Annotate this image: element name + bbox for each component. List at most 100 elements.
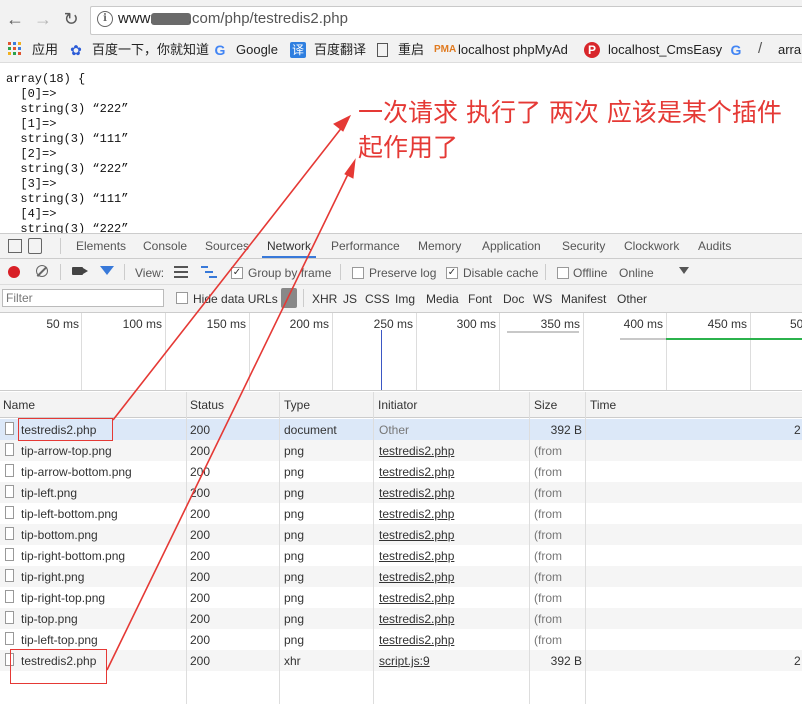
back-arrow-icon[interactable]: ←: [4, 8, 26, 30]
table-row[interactable]: tip-right-bottom.png 200 png testredis2.php…: [0, 545, 802, 566]
tab-elements[interactable]: Elements: [76, 238, 126, 254]
large-rows-icon[interactable]: [174, 266, 188, 278]
column-separator: [186, 392, 187, 704]
cell-initiator[interactable]: testredis2.php: [379, 549, 454, 563]
dom-content-loaded-marker: [381, 330, 382, 390]
table-row[interactable]: testredis2.php 200 xhr script.js:9 392 B2: [0, 650, 802, 671]
cell-name: tip-top.png: [21, 612, 78, 626]
table-row[interactable]: tip-right.png 200 png testredis2.php (from: [0, 566, 802, 587]
filmstrip-icon[interactable]: [281, 288, 297, 308]
bookmark-baidu-translate[interactable]: 百度翻译: [314, 41, 366, 59]
timeline-gridline: [249, 313, 250, 390]
bookmark-phpmyadmin[interactable]: localhost phpMyAd: [458, 41, 568, 59]
filter-type-img[interactable]: Img: [395, 292, 415, 306]
tab-sources[interactable]: Sources: [205, 238, 249, 254]
info-icon[interactable]: i: [97, 11, 113, 27]
table-row[interactable]: tip-arrow-bottom.png 200 png testredis2.php…: [0, 461, 802, 482]
tab-console[interactable]: Console: [143, 238, 187, 254]
timeline-gridline: [81, 313, 82, 390]
tab-security[interactable]: Security: [562, 238, 605, 254]
cell-initiator[interactable]: testredis2.php: [379, 465, 454, 479]
cmseasy-icon: P: [584, 42, 600, 58]
cell-initiator[interactable]: testredis2.php: [379, 486, 454, 500]
column-header-status[interactable]: Status: [190, 398, 224, 412]
table-row[interactable]: testredis2.php 200 document Other 392 B2: [0, 419, 802, 440]
tab-clockwork[interactable]: Clockwork: [624, 238, 679, 254]
column-header-size[interactable]: Size: [534, 398, 557, 412]
device-toolbar-icon[interactable]: [28, 238, 42, 254]
file-icon: [5, 548, 14, 561]
cell-initiator[interactable]: testredis2.php: [379, 633, 454, 647]
view-label: View:: [135, 266, 165, 280]
cell-name: tip-bottom.png: [21, 528, 98, 542]
table-row[interactable]: tip-right-top.png 200 png testredis2.php (fr…: [0, 587, 802, 608]
screenshot-camera-icon[interactable]: [72, 267, 88, 275]
cell-initiator[interactable]: testredis2.php: [379, 612, 454, 626]
bookmark-array[interactable]: arra: [778, 41, 801, 59]
column-header-time[interactable]: Time: [590, 398, 616, 412]
cell-type: png: [284, 528, 305, 542]
filter-type-ws[interactable]: WS: [533, 292, 552, 306]
filter-type-font[interactable]: Font: [468, 292, 492, 306]
chevron-down-icon[interactable]: [679, 267, 689, 274]
cell-initiator[interactable]: script.js:9: [379, 654, 430, 668]
cell-initiator[interactable]: testredis2.php: [379, 444, 454, 458]
table-row[interactable]: tip-bottom.png 200 png testredis2.php (from: [0, 524, 802, 545]
offline-checkbox[interactable]: [557, 267, 569, 279]
timeline-gridline: [332, 313, 333, 390]
clear-icon[interactable]: [36, 265, 48, 277]
table-row[interactable]: tip-top.png 200 png testredis2.php (from: [0, 608, 802, 629]
tab-memory[interactable]: Memory: [418, 238, 461, 254]
group-by-frame-checkbox[interactable]: ✓: [231, 267, 243, 279]
filter-input[interactable]: [2, 289, 164, 307]
inspect-element-icon[interactable]: [8, 239, 22, 253]
bookmark-apps[interactable]: 应用: [32, 41, 58, 59]
filter-type-other[interactable]: Other: [617, 292, 647, 306]
baidu-paw-icon: ✿: [70, 42, 82, 58]
table-row[interactable]: tip-left.png 200 png testredis2.php (from: [0, 482, 802, 503]
cell-initiator[interactable]: testredis2.php: [379, 591, 454, 605]
filter-funnel-icon[interactable]: [100, 266, 114, 275]
timeline-tick-label: 200 ms: [289, 317, 329, 331]
reload-icon[interactable]: ↻: [60, 8, 82, 30]
url-text[interactable]: www. .com/php/testredis2.php: [118, 10, 348, 27]
cell-initiator[interactable]: testredis2.php: [379, 507, 454, 521]
cell-initiator[interactable]: testredis2.php: [379, 570, 454, 584]
column-header-type[interactable]: Type: [284, 398, 310, 412]
bookmark-google[interactable]: Google: [236, 41, 278, 59]
bookmark-cmseasy[interactable]: localhost_CmsEasy: [608, 41, 722, 59]
tab-network[interactable]: Network: [267, 238, 311, 254]
file-icon: [5, 590, 14, 603]
filter-type-js[interactable]: JS: [343, 292, 357, 306]
hide-data-urls-checkbox[interactable]: [176, 292, 188, 304]
forward-arrow-icon[interactable]: →: [32, 8, 54, 30]
timeline-gridline: [416, 313, 417, 390]
throttling-select[interactable]: Online: [619, 266, 654, 280]
table-row[interactable]: tip-left-bottom.png 200 png testredis2.php (…: [0, 503, 802, 524]
tab-performance[interactable]: Performance: [331, 238, 400, 254]
table-row[interactable]: tip-left-top.png 200 png testredis2.php (fro…: [0, 629, 802, 650]
toolbar-divider: [340, 264, 341, 280]
overview-waterfall-icon[interactable]: [201, 266, 217, 278]
record-icon[interactable]: [8, 266, 20, 278]
timeline-request-bar: [620, 338, 666, 340]
tab-audits[interactable]: Audits: [698, 238, 731, 254]
preserve-log-checkbox[interactable]: [352, 267, 364, 279]
bookmark-baidu[interactable]: 百度一下，你就知道: [92, 41, 209, 59]
column-header-initiator[interactable]: Initiator: [378, 398, 417, 412]
filter-type-doc[interactable]: Doc: [503, 292, 524, 306]
disable-cache-checkbox[interactable]: ✓: [446, 267, 458, 279]
redacted-domain: [150, 13, 191, 26]
tab-application[interactable]: Application: [482, 238, 541, 254]
bookmark-restart[interactable]: 重启: [398, 41, 424, 59]
filter-type-xhr[interactable]: XHR: [312, 292, 337, 306]
filter-type-media[interactable]: Media: [426, 292, 459, 306]
cell-type: png: [284, 612, 305, 626]
filter-type-manifest[interactable]: Manifest: [561, 292, 606, 306]
cell-size: (from: [534, 591, 562, 605]
cell-initiator[interactable]: testredis2.php: [379, 528, 454, 542]
filter-type-css[interactable]: CSS: [365, 292, 390, 306]
column-header-name[interactable]: Name: [3, 398, 35, 412]
table-row[interactable]: tip-arrow-top.png 200 png testredis2.php (fr…: [0, 440, 802, 461]
google-icon: G: [214, 42, 226, 58]
